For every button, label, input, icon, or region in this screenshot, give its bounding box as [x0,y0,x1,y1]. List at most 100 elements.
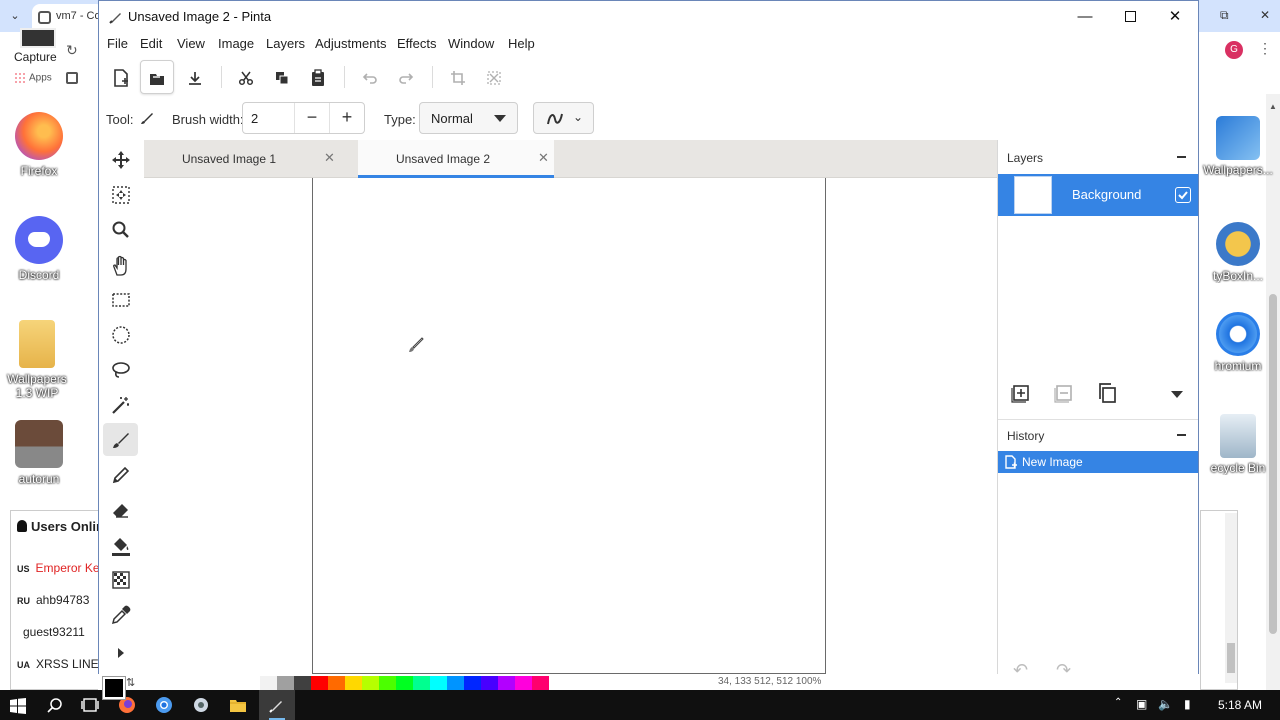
tray-overflow-icon[interactable]: ⌃ [1114,697,1122,708]
taskbar-pinta[interactable] [259,690,295,720]
palette-swatch[interactable] [328,676,345,690]
collapse-history-icon[interactable] [1177,434,1186,436]
pan-tool[interactable] [103,248,138,281]
palette-swatch[interactable] [430,676,447,690]
open-button[interactable] [140,60,174,94]
menu-help[interactable]: Help [506,36,537,51]
eraser-tool[interactable] [103,493,138,526]
menu-layers[interactable]: Layers [264,36,307,51]
type-dropdown[interactable]: Normal [419,102,518,134]
browser-menu-icon[interactable]: ⋮ [1258,40,1272,57]
brush-width-decrement-button[interactable]: − [294,103,329,133]
desktop-icon-chromium[interactable]: hromium [1196,312,1280,373]
history-item-new-image[interactable]: New Image [998,451,1198,473]
duplicate-layer-button[interactable] [1096,382,1122,406]
menu-effects[interactable]: Effects [395,36,439,51]
layer-menu-button[interactable] [1166,382,1192,406]
close-icon[interactable]: ✕ [1260,8,1270,22]
palette-swatch[interactable] [481,676,498,690]
user-row[interactable]: guest93211 [17,625,85,639]
start-button[interactable] [0,690,36,720]
palette-swatch[interactable] [243,676,260,690]
ellipse-select-tool[interactable] [103,318,138,351]
crop-button[interactable] [441,60,475,94]
palette-swatch[interactable] [515,676,532,690]
color-picker-tool[interactable] [103,598,138,631]
move-selection-tool[interactable] [103,178,138,211]
palette-swatch[interactable] [396,676,413,690]
brush-width-field[interactable]: 2 [251,111,258,126]
taskbar-app[interactable] [183,690,219,720]
notification-icon[interactable]: ▮ [1184,697,1191,711]
layer-row-background[interactable]: Background [998,174,1198,216]
pencil-tool[interactable] [103,458,138,491]
menu-window[interactable]: Window [446,36,496,51]
page-scrollbar[interactable]: ▲ [1266,94,1280,690]
close-button[interactable]: ✕ [1152,1,1198,32]
palette-swatch[interactable] [498,676,515,690]
tab-unsaved-image-1[interactable]: Unsaved Image 1 ✕ [144,140,340,178]
canvas-viewport[interactable] [144,178,997,674]
desktop-icon-wallpapers[interactable]: Wallpapers 1.3 WIP [2,320,72,400]
delete-layer-button[interactable] [1053,382,1079,406]
antialiasing-dropdown[interactable]: ⌄ [533,102,594,134]
paintbrush-tool[interactable] [103,423,138,456]
panel-scrollbar[interactable] [1225,513,1237,683]
collapse-layers-icon[interactable] [1177,156,1186,158]
magic-wand-tool[interactable] [103,388,138,421]
image-canvas[interactable] [312,178,826,674]
menu-view[interactable]: View [175,36,207,51]
desktop-icon-wallpapers-right[interactable]: Wallpapers... [1196,116,1280,177]
user-row[interactable]: US Emperor Ke [17,561,100,575]
title-bar[interactable]: Unsaved Image 2 - Pinta — ✕ [99,1,1198,32]
reload-icon[interactable]: ↻ [66,42,78,59]
add-layer-button[interactable] [1010,382,1036,406]
cut-button[interactable] [229,60,263,94]
desktop-icon-tybox[interactable]: tyBoxIn... [1196,222,1280,283]
palette-swatch[interactable] [464,676,481,690]
desktop-icon-firefox[interactable]: Firefox [4,112,74,178]
taskbar-file-explorer[interactable] [220,690,256,720]
copy-button[interactable] [265,60,299,94]
redo-button[interactable] [389,60,423,94]
layer-visibility-checkbox[interactable] [1175,187,1191,203]
new-image-button[interactable] [104,60,138,94]
paste-button[interactable] [301,60,335,94]
menu-file[interactable]: File [105,36,130,51]
palette-swatch[interactable] [294,676,311,690]
undo-button[interactable] [353,60,387,94]
minimize-button[interactable]: — [1062,1,1108,32]
volume-icon[interactable]: 🔈 [1158,697,1173,711]
save-button[interactable] [178,60,212,94]
menu-adjustments[interactable]: Adjustments [313,36,389,51]
palette-swatch[interactable] [277,676,294,690]
tab-list-chevron-icon[interactable]: ⌄ [6,7,24,25]
gradient-tool[interactable] [103,563,138,596]
maximize-button[interactable] [1107,1,1153,32]
close-tab-icon[interactable]: ✕ [538,150,549,166]
capture-shortcut[interactable]: Capture [14,28,64,64]
palette-swatch[interactable] [311,676,328,690]
tab-groups-icon[interactable] [66,72,78,84]
desktop-icon-autorun[interactable]: autorun [4,420,74,486]
zoom-tool[interactable] [103,213,138,246]
palette-swatch[interactable] [532,676,549,690]
brush-width-increment-button[interactable]: + [329,103,364,133]
profile-avatar[interactable]: G [1225,41,1243,59]
desktop-icon-recycle-bin[interactable]: ecycle Bin [1196,414,1280,475]
brush-width-spinbox[interactable]: 2 − + [242,102,365,134]
search-button[interactable] [37,690,73,720]
palette-swatch[interactable] [413,676,430,690]
close-tab-icon[interactable]: ✕ [324,150,335,166]
lasso-select-tool[interactable] [103,353,138,386]
rectangle-select-tool[interactable] [103,283,138,316]
scroll-up-icon[interactable]: ▲ [1269,102,1277,111]
palette-swatch[interactable] [345,676,362,690]
palette-swatch[interactable] [362,676,379,690]
tab-unsaved-image-2[interactable]: Unsaved Image 2 ✕ [358,140,554,178]
move-selected-tool[interactable] [103,143,138,176]
palette-swatch[interactable] [447,676,464,690]
user-row[interactable]: RU ahb94783 [17,593,89,607]
desktop-icon-discord[interactable]: Discord [4,216,74,282]
network-icon[interactable]: ▣ [1136,697,1147,711]
